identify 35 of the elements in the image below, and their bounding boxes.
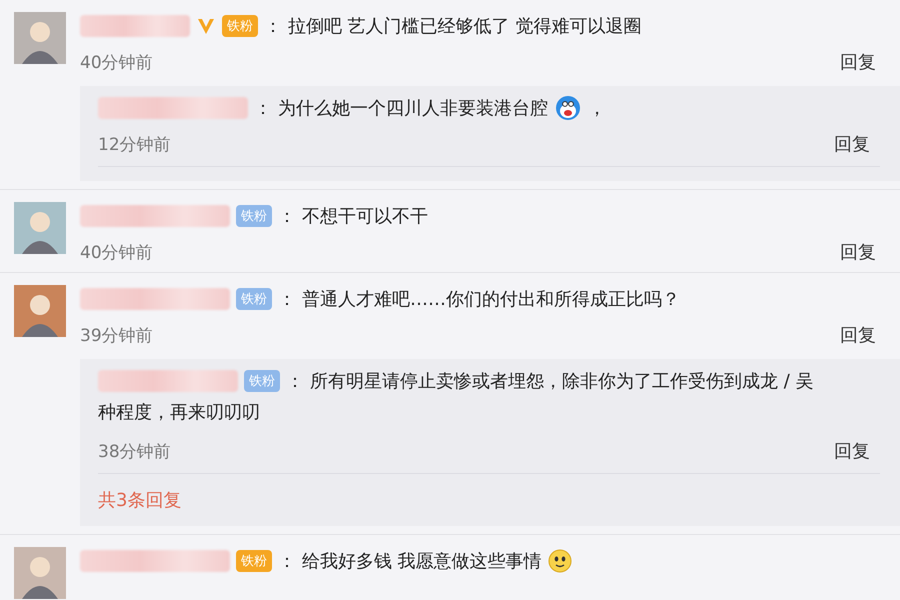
user-avatar[interactable]	[14, 285, 66, 337]
colon-separator: ：	[264, 15, 282, 38]
reply-text: 为什么她一个四川人非要装港台腔	[278, 97, 548, 120]
reply-text: 所有明星请停止卖惨或者埋怨，除非你为了工作受伤到成龙 / 吴	[310, 370, 814, 393]
reply-button[interactable]: 回复	[834, 439, 870, 463]
fan-badge: 铁粉	[236, 205, 272, 227]
reply-time: 12分钟前	[98, 134, 171, 156]
user-avatar[interactable]	[14, 202, 66, 254]
reply-button[interactable]: 回复	[840, 323, 876, 347]
colon-separator: ：	[286, 370, 304, 393]
fan-badge: 铁粉	[222, 15, 258, 37]
comment-time: 39分钟前	[80, 324, 153, 346]
comment-time: 40分钟前	[80, 242, 153, 264]
fan-badge: 铁粉	[236, 550, 272, 572]
colon-separator: ：	[278, 288, 296, 311]
comment-text: 拉倒吧 艺人门槛已经够低了 觉得难可以退圈	[288, 15, 642, 38]
reply-text: ，	[588, 97, 606, 120]
comment-text: 不想干可以不干	[302, 205, 428, 228]
reply-button[interactable]: 回复	[840, 240, 876, 264]
cartoon-emoji-icon	[554, 95, 582, 121]
colon-separator: ：	[278, 205, 296, 228]
reply-time: 38分钟前	[98, 440, 171, 462]
comment-time: 40分钟前	[80, 52, 153, 74]
colon-separator: ：	[278, 550, 296, 573]
comment-text: 普通人才难吧……你们的付出和所得成正比吗？	[302, 288, 680, 311]
fan-badge: 铁粉	[244, 370, 280, 392]
user-avatar[interactable]	[14, 547, 66, 599]
reply-button[interactable]: 回复	[840, 50, 876, 74]
fan-badge: 铁粉	[236, 288, 272, 310]
reply-text: 种程度，再来叨叨叨	[98, 401, 261, 425]
reply-button[interactable]: 回复	[834, 132, 870, 156]
user-avatar[interactable]	[14, 12, 66, 64]
emoji-face-icon	[548, 549, 572, 573]
comment-text: 给我好多钱 我愿意做这些事情	[302, 550, 542, 573]
colon-separator: ：	[254, 97, 272, 120]
